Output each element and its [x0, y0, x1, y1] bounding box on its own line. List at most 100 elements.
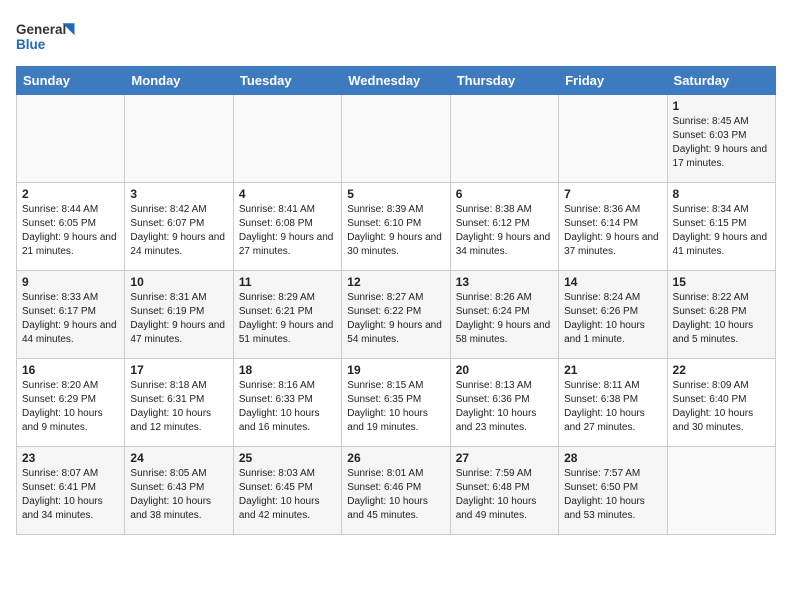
calendar-cell: 16 Sunrise: 8:20 AM Sunset: 6:29 PM Dayli… [17, 359, 125, 447]
day-info: Sunrise: 8:42 AM Sunset: 6:07 PM Dayligh… [130, 203, 227, 259]
day-info: Sunrise: 8:33 AM Sunset: 6:17 PM Dayligh… [22, 291, 119, 347]
day-number: 26 [347, 451, 444, 465]
day-info: Sunrise: 8:27 AM Sunset: 6:22 PM Dayligh… [347, 291, 444, 347]
day-info: Sunrise: 8:39 AM Sunset: 6:10 PM Dayligh… [347, 203, 444, 259]
calendar-week-2: 2 Sunrise: 8:44 AM Sunset: 6:05 PM Daylig… [17, 183, 776, 271]
day-info: Sunrise: 8:44 AM Sunset: 6:05 PM Dayligh… [22, 203, 119, 259]
day-number: 12 [347, 275, 444, 289]
day-number: 4 [239, 187, 336, 201]
calendar-cell: 15 Sunrise: 8:22 AM Sunset: 6:28 PM Dayli… [667, 271, 775, 359]
svg-text:Blue: Blue [16, 37, 46, 52]
day-number: 22 [673, 363, 770, 377]
calendar-cell: 24Sunrise: 8:05 AM Sunset: 6:43 PM Dayli… [125, 447, 233, 535]
day-info: Sunrise: 8:45 AM Sunset: 6:03 PM Dayligh… [673, 115, 770, 171]
calendar-cell [17, 95, 125, 183]
calendar-cell: 20 Sunrise: 8:13 AM Sunset: 6:36 PM Dayli… [450, 359, 558, 447]
calendar-cell: 7Sunrise: 8:36 AM Sunset: 6:14 PM Daylig… [559, 183, 667, 271]
header: General Blue [16, 16, 776, 56]
day-number: 19 [347, 363, 444, 377]
day-info: Sunrise: 7:59 AM Sunset: 6:48 PM Dayligh… [456, 467, 553, 523]
calendar-header-row: SundayMondayTuesdayWednesdayThursdayFrid… [17, 67, 776, 95]
day-number: 16 [22, 363, 119, 377]
calendar-week-1: 1 Sunrise: 8:45 AM Sunset: 6:03 PM Daylig… [17, 95, 776, 183]
calendar-cell: 10Sunrise: 8:31 AM Sunset: 6:19 PM Dayli… [125, 271, 233, 359]
calendar-cell: 11 Sunrise: 8:29 AM Sunset: 6:21 PM Dayli… [233, 271, 341, 359]
calendar-cell: 17Sunrise: 8:18 AM Sunset: 6:31 PM Dayli… [125, 359, 233, 447]
day-info: Sunrise: 8:09 AM Sunset: 6:40 PM Dayligh… [673, 379, 770, 435]
day-number: 6 [456, 187, 553, 201]
day-info: Sunrise: 7:57 AM Sunset: 6:50 PM Dayligh… [564, 467, 661, 523]
calendar-cell [450, 95, 558, 183]
calendar-cell [233, 95, 341, 183]
day-number: 27 [456, 451, 553, 465]
day-number: 10 [130, 275, 227, 289]
day-info: Sunrise: 8:41 AM Sunset: 6:08 PM Dayligh… [239, 203, 336, 259]
calendar-cell [667, 447, 775, 535]
day-number: 28 [564, 451, 661, 465]
day-info: Sunrise: 8:26 AM Sunset: 6:24 PM Dayligh… [456, 291, 553, 347]
calendar-cell: 9 Sunrise: 8:33 AM Sunset: 6:17 PM Daylig… [17, 271, 125, 359]
header-day-wednesday: Wednesday [342, 67, 450, 95]
day-info: Sunrise: 8:13 AM Sunset: 6:36 PM Dayligh… [456, 379, 553, 435]
day-number: 13 [456, 275, 553, 289]
calendar-cell: 12 Sunrise: 8:27 AM Sunset: 6:22 PM Dayli… [342, 271, 450, 359]
day-info: Sunrise: 8:18 AM Sunset: 6:31 PM Dayligh… [130, 379, 227, 435]
svg-text:General: General [16, 22, 66, 37]
day-number: 5 [347, 187, 444, 201]
day-info: Sunrise: 8:05 AM Sunset: 6:43 PM Dayligh… [130, 467, 227, 523]
day-info: Sunrise: 8:22 AM Sunset: 6:28 PM Dayligh… [673, 291, 770, 347]
calendar-cell: 22 Sunrise: 8:09 AM Sunset: 6:40 PM Dayli… [667, 359, 775, 447]
day-info: Sunrise: 8:15 AM Sunset: 6:35 PM Dayligh… [347, 379, 444, 435]
day-number: 25 [239, 451, 336, 465]
calendar-cell: 21Sunrise: 8:11 AM Sunset: 6:38 PM Dayli… [559, 359, 667, 447]
calendar-cell [342, 95, 450, 183]
day-info: Sunrise: 8:24 AM Sunset: 6:26 PM Dayligh… [564, 291, 661, 347]
day-number: 23 [22, 451, 119, 465]
calendar-cell: 23 Sunrise: 8:07 AM Sunset: 6:41 PM Dayli… [17, 447, 125, 535]
calendar-cell: 18 Sunrise: 8:16 AM Sunset: 6:33 PM Dayli… [233, 359, 341, 447]
calendar-cell: 28 Sunrise: 7:57 AM Sunset: 6:50 PM Dayli… [559, 447, 667, 535]
day-number: 21 [564, 363, 661, 377]
header-day-tuesday: Tuesday [233, 67, 341, 95]
calendar-cell: 8 Sunrise: 8:34 AM Sunset: 6:15 PM Daylig… [667, 183, 775, 271]
day-number: 20 [456, 363, 553, 377]
calendar-cell: 2 Sunrise: 8:44 AM Sunset: 6:05 PM Daylig… [17, 183, 125, 271]
calendar-week-4: 16 Sunrise: 8:20 AM Sunset: 6:29 PM Dayli… [17, 359, 776, 447]
day-info: Sunrise: 8:29 AM Sunset: 6:21 PM Dayligh… [239, 291, 336, 347]
day-number: 2 [22, 187, 119, 201]
day-number: 7 [564, 187, 661, 201]
day-number: 18 [239, 363, 336, 377]
calendar-cell: 27 Sunrise: 7:59 AM Sunset: 6:48 PM Dayli… [450, 447, 558, 535]
day-number: 3 [130, 187, 227, 201]
calendar-cell: 19 Sunrise: 8:15 AM Sunset: 6:35 PM Dayli… [342, 359, 450, 447]
header-day-monday: Monday [125, 67, 233, 95]
calendar-cell [125, 95, 233, 183]
calendar-week-3: 9 Sunrise: 8:33 AM Sunset: 6:17 PM Daylig… [17, 271, 776, 359]
day-number: 8 [673, 187, 770, 201]
header-day-sunday: Sunday [17, 67, 125, 95]
day-number: 11 [239, 275, 336, 289]
day-info: Sunrise: 8:38 AM Sunset: 6:12 PM Dayligh… [456, 203, 553, 259]
header-day-thursday: Thursday [450, 67, 558, 95]
header-day-friday: Friday [559, 67, 667, 95]
calendar-week-5: 23 Sunrise: 8:07 AM Sunset: 6:41 PM Dayli… [17, 447, 776, 535]
calendar-cell: 6 Sunrise: 8:38 AM Sunset: 6:12 PM Daylig… [450, 183, 558, 271]
day-number: 1 [673, 99, 770, 113]
calendar-cell: 25 Sunrise: 8:03 AM Sunset: 6:45 PM Dayli… [233, 447, 341, 535]
calendar-cell: 1 Sunrise: 8:45 AM Sunset: 6:03 PM Daylig… [667, 95, 775, 183]
calendar-cell: 14 Sunrise: 8:24 AM Sunset: 6:26 PM Dayli… [559, 271, 667, 359]
calendar-cell: 4 Sunrise: 8:41 AM Sunset: 6:08 PM Daylig… [233, 183, 341, 271]
day-info: Sunrise: 8:03 AM Sunset: 6:45 PM Dayligh… [239, 467, 336, 523]
calendar-cell: 13 Sunrise: 8:26 AM Sunset: 6:24 PM Dayli… [450, 271, 558, 359]
day-info: Sunrise: 8:34 AM Sunset: 6:15 PM Dayligh… [673, 203, 770, 259]
day-info: Sunrise: 8:16 AM Sunset: 6:33 PM Dayligh… [239, 379, 336, 435]
calendar-cell: 26Sunrise: 8:01 AM Sunset: 6:46 PM Dayli… [342, 447, 450, 535]
calendar-table: SundayMondayTuesdayWednesdayThursdayFrid… [16, 66, 776, 535]
calendar-cell [559, 95, 667, 183]
day-info: Sunrise: 8:20 AM Sunset: 6:29 PM Dayligh… [22, 379, 119, 435]
logo-svg: General Blue [16, 16, 76, 56]
day-info: Sunrise: 8:07 AM Sunset: 6:41 PM Dayligh… [22, 467, 119, 523]
day-number: 14 [564, 275, 661, 289]
day-number: 9 [22, 275, 119, 289]
day-number: 15 [673, 275, 770, 289]
